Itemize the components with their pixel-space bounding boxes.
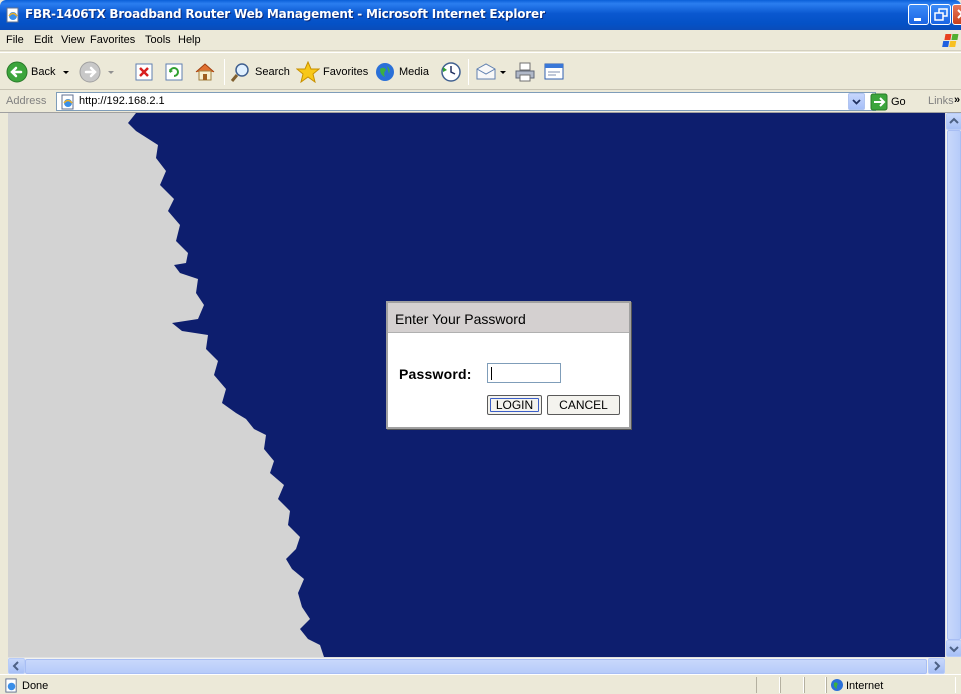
status-text: Done (22, 680, 49, 692)
ie-page-icon (6, 7, 19, 23)
star-icon (296, 61, 320, 83)
vertical-scroll-thumb[interactable] (947, 130, 961, 640)
toolbar-separator (224, 59, 225, 85)
dialog-title: Enter Your Password (395, 311, 526, 327)
back-dropdown-icon (63, 71, 70, 74)
scroll-right-button[interactable] (928, 658, 945, 674)
search-label: Search (255, 66, 290, 78)
address-dropdown-button[interactable] (848, 93, 865, 110)
password-input[interactable] (487, 363, 561, 383)
search-button[interactable]: Search (230, 59, 290, 85)
menu-edit[interactable]: Edit (34, 34, 53, 46)
minimize-button[interactable] (908, 4, 929, 25)
windows-logo-icon (940, 31, 961, 50)
forward-arrow-icon (79, 61, 101, 83)
chevron-down-icon (852, 99, 861, 105)
minimize-icon (914, 18, 921, 21)
refresh-icon (165, 63, 183, 81)
go-button[interactable]: Go (870, 92, 906, 112)
internet-globe-icon (831, 679, 843, 691)
mail-icon (476, 63, 496, 80)
dialog-header: Enter Your Password (388, 303, 629, 333)
cancel-button[interactable]: CANCEL (547, 395, 620, 415)
media-globe-icon (376, 63, 394, 81)
back-button[interactable]: Back (6, 59, 71, 85)
go-arrow-icon (870, 93, 888, 111)
close-icon (957, 9, 961, 19)
vertical-scrollbar[interactable] (945, 113, 961, 657)
security-zone: Internet (846, 680, 884, 692)
close-button[interactable] (952, 4, 961, 25)
go-label: Go (891, 96, 906, 108)
chevron-down-icon (949, 646, 959, 653)
window-title: FBR-1406TX Broadband Router Web Manageme… (25, 7, 545, 21)
status-panel (756, 677, 780, 693)
window-frame-left (0, 113, 8, 674)
refresh-button[interactable] (164, 59, 184, 85)
password-label: Password: (399, 366, 472, 382)
restore-button[interactable] (930, 4, 951, 25)
text-caret (491, 367, 492, 380)
menu-bar: File Edit View Favorites Tools Help (0, 30, 961, 51)
menu-favorites[interactable]: Favorites (90, 34, 135, 46)
media-button[interactable]: Media (374, 59, 429, 85)
ie-page-icon (61, 94, 74, 110)
menu-file[interactable]: File (6, 34, 24, 46)
browser-window: FBR-1406TX Broadband Router Web Manageme… (0, 0, 961, 694)
history-icon (441, 62, 461, 82)
print-button[interactable] (514, 59, 536, 85)
status-panel (804, 677, 826, 693)
back-arrow-icon (6, 61, 28, 83)
printer-icon (515, 62, 535, 82)
chevron-up-icon (949, 117, 959, 124)
status-panel (780, 677, 804, 693)
stop-button[interactable] (134, 59, 154, 85)
restore-icon (934, 8, 948, 21)
ie-page-icon (5, 678, 17, 693)
links-label[interactable]: Links (928, 95, 954, 107)
address-input[interactable]: http://192.168.2.1 (56, 92, 876, 111)
favorites-label: Favorites (323, 66, 369, 78)
back-label: Back (31, 66, 56, 78)
horizontal-scroll-thumb[interactable] (25, 659, 927, 674)
home-icon (195, 63, 215, 81)
title-bar[interactable]: FBR-1406TX Broadband Router Web Manageme… (0, 0, 961, 30)
chevron-right-icon (934, 661, 941, 671)
menu-tools[interactable]: Tools (145, 34, 171, 46)
menu-view[interactable]: View (61, 34, 85, 46)
address-label: Address (6, 95, 47, 107)
horizontal-scrollbar[interactable] (8, 657, 945, 674)
forward-button[interactable] (79, 59, 116, 85)
scroll-down-button[interactable] (946, 640, 961, 657)
favorites-button[interactable]: Favorites (296, 59, 368, 85)
chevron-left-icon (12, 661, 19, 671)
forward-dropdown-icon (108, 71, 114, 74)
mail-button[interactable] (475, 59, 507, 85)
edit-button[interactable] (543, 59, 565, 85)
status-bar: Done Internet (0, 674, 961, 694)
toolbar-separator (468, 59, 469, 85)
login-dialog: Enter Your Password Password: LOGIN CANC… (386, 301, 631, 429)
scroll-up-button[interactable] (946, 113, 961, 130)
menu-help[interactable]: Help (178, 34, 201, 46)
scrollbar-corner (945, 657, 961, 674)
address-url: http://192.168.2.1 (79, 95, 165, 107)
login-button[interactable]: LOGIN (487, 395, 542, 415)
media-label: Media (399, 66, 429, 78)
scroll-left-button[interactable] (8, 658, 25, 674)
standard-toolbar: Back Search Favorites Media (0, 52, 961, 90)
edit-page-icon (544, 63, 564, 80)
stop-icon (135, 63, 153, 81)
history-button[interactable] (440, 59, 462, 85)
mail-dropdown-icon (500, 71, 506, 74)
links-chevron-icon[interactable]: » (954, 94, 960, 106)
address-bar: Address http://192.168.2.1 Go Links » (0, 91, 961, 113)
home-button[interactable] (194, 59, 216, 85)
search-icon (230, 63, 249, 82)
